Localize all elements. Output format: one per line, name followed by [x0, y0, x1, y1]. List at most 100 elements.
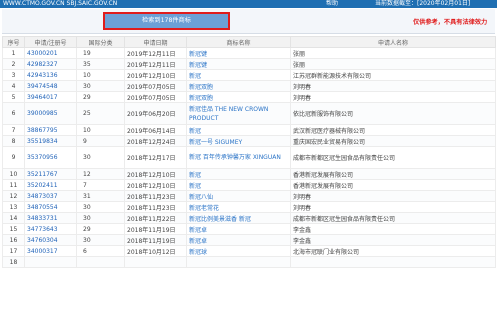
row-regno-link[interactable]: 38867795: [27, 127, 58, 134]
row-regno-link[interactable]: 35370956: [27, 154, 58, 161]
row-regno-link[interactable]: 39464017: [27, 94, 58, 101]
row-mark-link[interactable]: 新冠球: [189, 249, 207, 256]
header-applicant[interactable]: 申请人名称: [290, 36, 496, 48]
row-mark-link[interactable]: 新冠: [189, 128, 201, 135]
row-regno-cell: 35202411: [24, 179, 77, 191]
row-regno-cell: 34773643: [24, 223, 77, 235]
row-seq-cell: 16: [2, 234, 25, 246]
row-mark-link[interactable]: 新冠佳品 THE NEW CROWN PRODUCT: [189, 106, 268, 122]
row-applicant: 刘明春: [293, 94, 312, 102]
table-row[interactable]: 4 39474548 30 2019年07月05日 新冠双胞 刘明春: [2, 80, 496, 92]
table-row[interactable]: 15 34773643 29 2018年11月19日 新冠卓 李金鑫: [2, 223, 496, 235]
row-applicant-cell: 李金鑫: [290, 223, 496, 235]
row-mark-cell: 新冠双胞: [186, 91, 291, 103]
row-class: 10: [83, 71, 91, 79]
table-row[interactable]: 1 43000201 19 2019年12月11日 新冠键 张丽: [2, 47, 496, 59]
table-row[interactable]: 16 34760304 30 2018年11月19日 新冠卓 李金鑫: [2, 234, 496, 246]
table-row[interactable]: 5 39464017 29 2019年07月05日 新冠双胞 刘明春: [2, 91, 496, 103]
header-seq[interactable]: 序号: [2, 36, 25, 48]
row-date: 2019年12月11日: [127, 61, 176, 69]
row-mark-cell: 新冠八仙: [186, 190, 291, 202]
row-mark-link[interactable]: 新冠卓: [189, 227, 207, 234]
row-date: 2019年06月14日: [127, 127, 176, 135]
row-regno-link[interactable]: 34873037: [27, 193, 58, 200]
row-mark-link[interactable]: 新冠老常花: [189, 205, 219, 212]
trademark-results-table: 序号 申请/注册号 国际分类 申请日期 商标名称 申请人名称 1 43000201…: [2, 36, 496, 268]
table-row[interactable]: 6 39000985 25 2019年06月20日 新冠佳品 THE NEW CROWN…: [2, 102, 496, 125]
row-regno-link[interactable]: 34000317: [27, 248, 58, 255]
row-seq: 1: [11, 49, 16, 57]
row-regno-link[interactable]: 42943136: [27, 72, 58, 79]
row-mark-link[interactable]: 新冠卓: [189, 238, 207, 245]
row-class: 30: [83, 236, 91, 244]
table-row[interactable]: 12 34873037 31 2018年11月23日 新冠八仙 刘明春: [2, 190, 496, 202]
row-class-cell: 31: [76, 190, 125, 202]
row-mark-link[interactable]: 新冠 百年传承钟馨万家 XINGUAN: [189, 154, 281, 161]
row-regno-link[interactable]: 35211767: [27, 171, 58, 178]
row-regno-link[interactable]: 35519834: [27, 138, 58, 145]
row-regno-link[interactable]: 34760304: [27, 237, 58, 244]
row-regno-link[interactable]: 34870554: [27, 204, 58, 211]
row-seq-cell: 18: [2, 256, 25, 268]
row-class: 25: [83, 110, 91, 117]
row-regno-cell: 34873037: [24, 190, 77, 202]
row-regno-link[interactable]: 35202411: [27, 182, 58, 189]
row-mark-cell: 新冠一号 SIGUMEY: [186, 135, 291, 147]
table-row[interactable]: 8 35519834 9 2018年12月24日 新冠一号 SIGUMEY 重庆国宏民业贸…: [2, 135, 496, 147]
row-regno-link[interactable]: 34833731: [27, 215, 58, 222]
row-regno-link[interactable]: 43000201: [27, 50, 58, 57]
header-regno[interactable]: 申请/注册号: [24, 36, 77, 48]
row-mark-link[interactable]: 新冠双胞: [189, 95, 213, 102]
row-applicant: 张丽: [293, 50, 306, 58]
row-class: 31: [83, 192, 91, 200]
row-mark-link[interactable]: 新冠八仙: [189, 194, 213, 201]
row-mark-link[interactable]: 新冠键: [189, 62, 207, 69]
row-date-cell: 2019年12月11日: [124, 47, 187, 59]
row-class: 7: [83, 181, 87, 189]
row-regno-link[interactable]: 39474548: [27, 83, 58, 90]
table-row[interactable]: 3 42943136 10 2019年12月10日 新冠 江苏冠群新能源技术有限公司: [2, 69, 496, 81]
row-applicant: 重庆国宏民业贸易有限公司: [293, 138, 366, 146]
row-mark-cell: 新冠: [186, 69, 291, 81]
header-class[interactable]: 国际分类: [76, 36, 125, 48]
row-mark-link[interactable]: 新冠键: [189, 51, 207, 58]
table-row[interactable]: 17 34000317 6 2018年10月12日 新冠球 北海市冠联门业有限公司: [2, 245, 496, 257]
row-applicant: 江苏冠群新能源技术有限公司: [293, 72, 372, 80]
table-row[interactable]: 18: [2, 256, 496, 268]
row-applicant-cell: 刘明春: [290, 91, 496, 103]
row-mark-link[interactable]: 新冠: [189, 183, 201, 190]
help-link[interactable]: 帮助: [326, 0, 338, 8]
row-class-cell: 30: [76, 201, 125, 213]
row-seq-cell: 14: [2, 212, 25, 224]
table-row[interactable]: 11 35202411 7 2018年12月10日 新冠 香港新冠发展有限公司: [2, 179, 496, 191]
row-applicant-cell: 李金鑫: [290, 234, 496, 246]
row-regno-link[interactable]: 34773643: [27, 226, 58, 233]
row-applicant-cell: 刘明春: [290, 80, 496, 92]
row-seq: 7: [11, 126, 16, 134]
row-regno-cell: 38867795: [24, 124, 77, 136]
row-regno-link[interactable]: 39000985: [27, 110, 58, 117]
row-date-cell: 2018年11月23日: [124, 201, 187, 213]
table-row[interactable]: 2 42982327 35 2019年12月11日 新冠键 张丽: [2, 58, 496, 70]
row-mark-link[interactable]: 新冠: [189, 172, 201, 179]
row-mark-link[interactable]: 新冠双胞: [189, 84, 213, 91]
row-regno-cell: 43000201: [24, 47, 77, 59]
row-mark-link[interactable]: 新冠: [189, 73, 201, 80]
table-row[interactable]: 10 35211767 12 2018年12月10日 新冠 香港新冠发展有限公司: [2, 168, 496, 180]
row-applicant: 刘明春: [293, 193, 312, 201]
table-row[interactable]: 7 38867795 10 2019年06月14日 新冠 武汉新冠医疗器械有限公司: [2, 124, 496, 136]
row-mark-link[interactable]: 新冠一号 SIGUMEY: [189, 139, 242, 146]
row-seq: 8: [11, 137, 16, 145]
table-row[interactable]: 13 34870554 30 2018年11月23日 新冠老常花 刘明春: [2, 201, 496, 213]
row-regno-link[interactable]: 42982327: [27, 61, 58, 68]
row-mark-cell: 新冠球: [186, 245, 291, 257]
header-mark[interactable]: 商标名称: [186, 36, 291, 48]
table-row[interactable]: 14 34833731 30 2018年11月22日 新冠比例美景滋香 新冠 成都市新都区…: [2, 212, 496, 224]
result-count-button[interactable]: 检索到178件商标: [103, 12, 230, 30]
header-date[interactable]: 申请日期: [124, 36, 187, 48]
row-mark-cell: 新冠双胞: [186, 80, 291, 92]
row-mark-cell: 新冠卓: [186, 223, 291, 235]
row-date-cell: 2019年07月05日: [124, 80, 187, 92]
row-mark-link[interactable]: 新冠比例美景滋香 新冠: [189, 216, 251, 223]
table-row[interactable]: 9 35370956 30 2018年12月17日 新冠 百年传承钟馨万家 XINGUA…: [2, 146, 496, 169]
